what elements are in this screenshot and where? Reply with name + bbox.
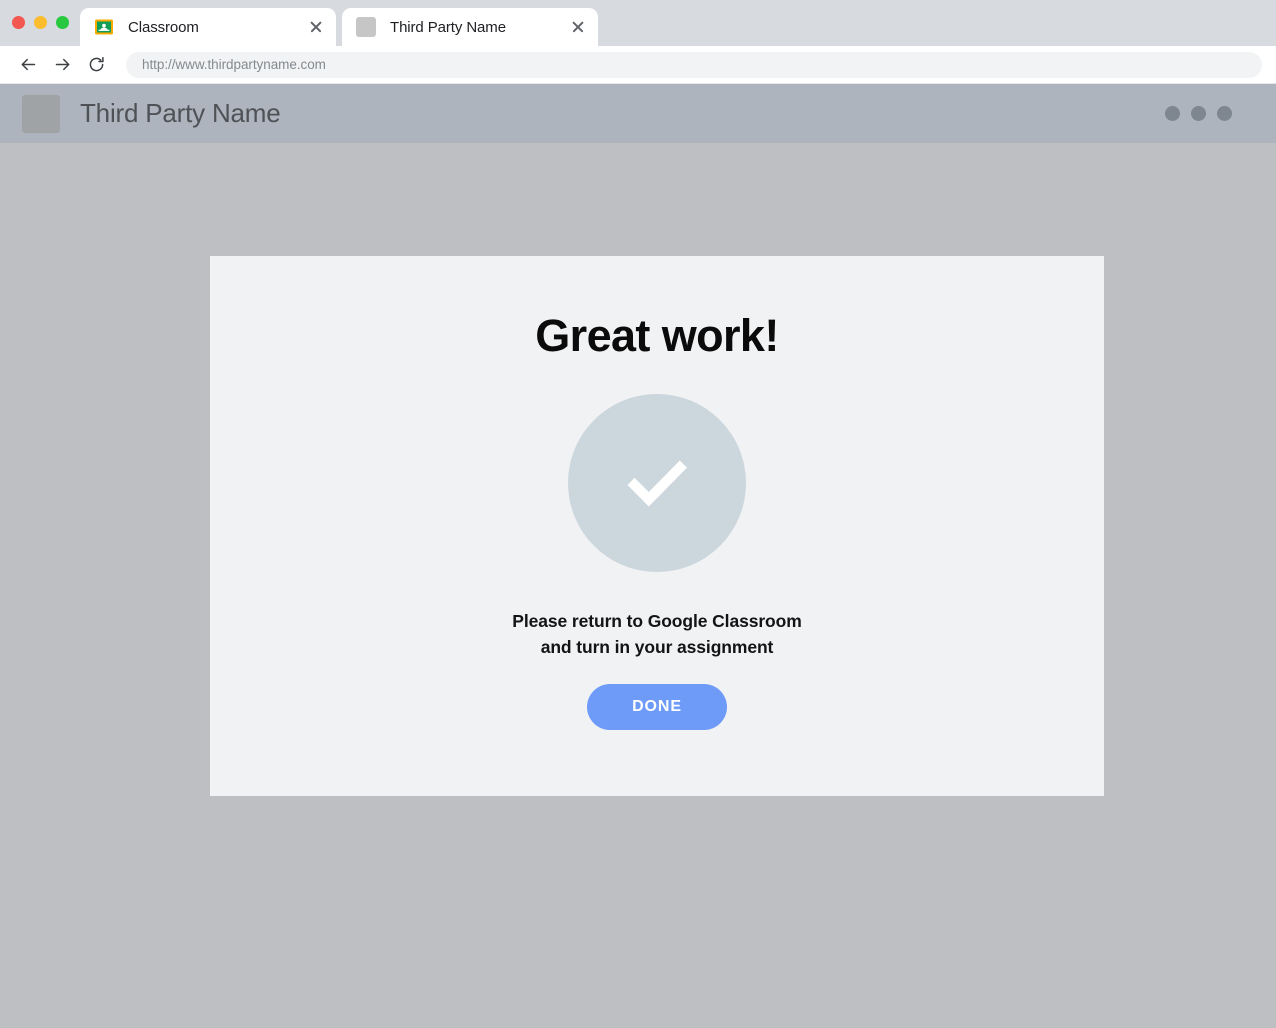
address-bar-value: http://www.thirdpartyname.com [142, 57, 326, 72]
done-button[interactable]: DONE [587, 684, 727, 730]
instruction-line-1: Please return to Google Classroom [512, 611, 802, 631]
forward-arrow-icon[interactable] [48, 51, 76, 79]
header-overflow-menu[interactable] [1165, 106, 1254, 121]
menu-dot-icon [1217, 106, 1232, 121]
close-icon[interactable] [568, 17, 588, 37]
menu-dot-icon [1165, 106, 1180, 121]
page-title: Great work! [535, 310, 779, 361]
back-arrow-icon[interactable] [14, 51, 42, 79]
tab-title: Third Party Name [390, 18, 506, 36]
page-body: Great work! Please return to Google Clas… [0, 143, 1276, 1028]
close-window-button[interactable] [12, 16, 25, 29]
instruction-line-2: and turn in your assignment [540, 637, 774, 657]
placeholder-square-icon [356, 17, 376, 37]
menu-dot-icon [1191, 106, 1206, 121]
completion-card: Great work! Please return to Google Clas… [210, 256, 1104, 796]
browser-chrome: Classroom Third Party Name http://www.th… [0, 0, 1276, 84]
checkmark-icon [568, 394, 746, 572]
instruction-text: Please return to Google Classroom and tu… [512, 608, 802, 660]
tab-third-party-name[interactable]: Third Party Name [342, 8, 598, 46]
tab-title: Classroom [128, 18, 199, 36]
placeholder-square-icon [22, 94, 60, 133]
tab-classroom[interactable]: Classroom [80, 8, 336, 46]
window-controls [12, 16, 69, 29]
tab-strip: Classroom Third Party Name [0, 0, 1276, 46]
browser-toolbar: http://www.thirdpartyname.com [0, 46, 1276, 84]
site-header: Third Party Name [0, 84, 1276, 143]
close-icon[interactable] [306, 17, 326, 37]
address-bar[interactable]: http://www.thirdpartyname.com [126, 51, 1262, 78]
maximize-window-button[interactable] [56, 16, 69, 29]
reload-icon[interactable] [82, 51, 110, 79]
minimize-window-button[interactable] [34, 16, 47, 29]
site-title: Third Party Name [80, 98, 281, 128]
google-classroom-icon [94, 17, 114, 37]
